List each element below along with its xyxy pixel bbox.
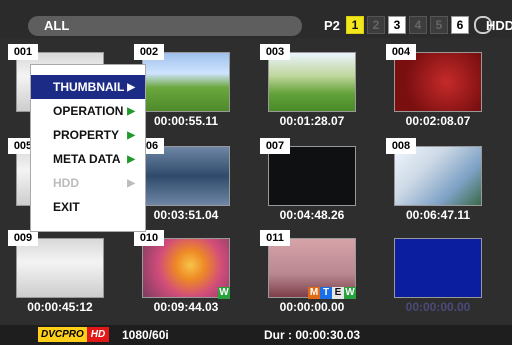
clip-timecode: 00:09:44.03	[153, 300, 219, 314]
menu-item-label: THUMBNAIL	[53, 80, 125, 94]
menu-item-thumbnail[interactable]: THUMBNAIL ▶	[31, 75, 145, 99]
clip-number: 001	[8, 44, 38, 60]
clip-timecode: 00:00:00.00	[405, 300, 471, 314]
clip-tile[interactable]: 006 00:03:51.04	[134, 138, 252, 223]
clip-number: 007	[260, 138, 290, 154]
menu-item-label: OPERATION	[53, 104, 124, 118]
clip-timecode: 00:00:55.11	[153, 114, 219, 128]
clip-tile[interactable]: 004 00:02:08.07	[386, 44, 504, 129]
submenu-arrow-icon: ▶	[127, 153, 135, 165]
submenu-arrow-icon: ▶	[127, 177, 135, 189]
clip-timecode: 00:00:45:12	[27, 300, 93, 314]
badge-w: W	[344, 287, 356, 299]
clip-number: 010	[134, 230, 164, 246]
status-bar: DVCPRO HD 1080/60i Dur : 00:00:30.03	[0, 325, 512, 345]
clip-thumbnail[interactable]	[16, 238, 104, 298]
clip-timecode: 00:01:28.07	[279, 114, 345, 128]
menu-item-hdd: HDD ▶	[31, 171, 145, 195]
clip-number: 004	[386, 44, 416, 60]
clip-timecode: 00:02:08.07	[405, 114, 471, 128]
menu-item-label: PROPERTY	[53, 128, 120, 142]
clip-number: 011	[260, 230, 290, 246]
badge-m: M	[308, 287, 320, 299]
slot-1: 1	[346, 16, 364, 34]
menu-item-meta-data[interactable]: META DATA ▶	[31, 147, 145, 171]
clip-number: 008	[386, 138, 416, 154]
clip-tile[interactable]: 008 00:06:47.11	[386, 138, 504, 223]
clip-thumbnail-screen: ALL P2 1 2 3 4 5 6 HDD 001 002 00:00:55.…	[0, 0, 512, 345]
context-menu: THUMBNAIL ▶ OPERATION ▶ PROPERTY ▶ META …	[30, 64, 146, 232]
clip-timecode: 00:03:51.04	[153, 208, 219, 222]
clip-tile[interactable]: 002 00:00:55.11	[134, 44, 252, 129]
menu-item-exit[interactable]: EXIT	[31, 195, 145, 219]
menu-item-label: EXIT	[53, 200, 80, 214]
clip-thumbnail[interactable]	[394, 146, 482, 206]
clip-thumbnail[interactable]	[142, 52, 230, 112]
badge-e: E	[332, 287, 344, 299]
clip-tile[interactable]: 011 00:00:00.00 M T E W	[260, 230, 378, 315]
duration-label: Dur : 00:00:30.03	[264, 328, 361, 342]
clip-tile[interactable]: 007 00:04:48.26	[260, 138, 378, 223]
clip-badges: W	[218, 287, 230, 299]
clip-tile[interactable]: 010 00:09:44.03 W	[134, 230, 252, 315]
clip-number: 002	[134, 44, 164, 60]
menu-item-property[interactable]: PROPERTY ▶	[31, 123, 145, 147]
submenu-arrow-icon: ▶	[127, 129, 135, 141]
submenu-arrow-icon: ▶	[127, 105, 135, 117]
menu-item-label: HDD	[53, 176, 79, 190]
clip-tile[interactable]: 009 00:00:45:12	[8, 230, 126, 315]
slot-prefix: P2	[324, 18, 340, 33]
slot-indicators: 1 2 3 4 5 6	[346, 16, 492, 36]
submenu-arrow-icon: ▶	[127, 81, 135, 93]
badge-t: T	[320, 287, 332, 299]
menu-padding	[31, 65, 145, 75]
clip-thumbnail[interactable]	[142, 238, 230, 298]
clip-thumbnail[interactable]	[394, 238, 482, 298]
clip-thumbnail[interactable]	[268, 52, 356, 112]
clip-number: 009	[8, 230, 38, 246]
clip-timecode: 00:00:00.00	[279, 300, 345, 314]
header-bar: ALL P2 1 2 3 4 5 6 HDD	[0, 0, 512, 38]
codec-dv-label: DVCPRO	[38, 327, 87, 342]
slot-4: 4	[409, 16, 427, 34]
clip-timecode: 00:04:48.26	[279, 208, 345, 222]
clip-thumbnail[interactable]	[394, 52, 482, 112]
slot-2: 2	[367, 16, 385, 34]
codec-hd-label: HD	[86, 327, 110, 342]
mode-indicator: ALL	[28, 16, 302, 36]
slot-5: 5	[430, 16, 448, 34]
clip-number: 003	[260, 44, 290, 60]
codec-logo: DVCPRO HD	[38, 327, 110, 342]
slot-6: 6	[451, 16, 469, 34]
slot-3: 3	[388, 16, 406, 34]
clip-badges: M T E W	[308, 287, 356, 299]
menu-item-operation[interactable]: OPERATION ▶	[31, 99, 145, 123]
clip-timecode: 00:06:47.11	[405, 208, 471, 222]
menu-item-label: META DATA	[53, 152, 121, 166]
hdd-label: HDD	[486, 18, 512, 33]
clip-tile[interactable]: 003 00:01:28.07	[260, 44, 378, 129]
clip-tile[interactable]: 00:00:00.00	[386, 230, 504, 315]
clip-thumbnail[interactable]	[142, 146, 230, 206]
format-label: 1080/60i	[122, 328, 169, 342]
clip-thumbnail[interactable]	[268, 146, 356, 206]
badge-w: W	[218, 287, 230, 299]
